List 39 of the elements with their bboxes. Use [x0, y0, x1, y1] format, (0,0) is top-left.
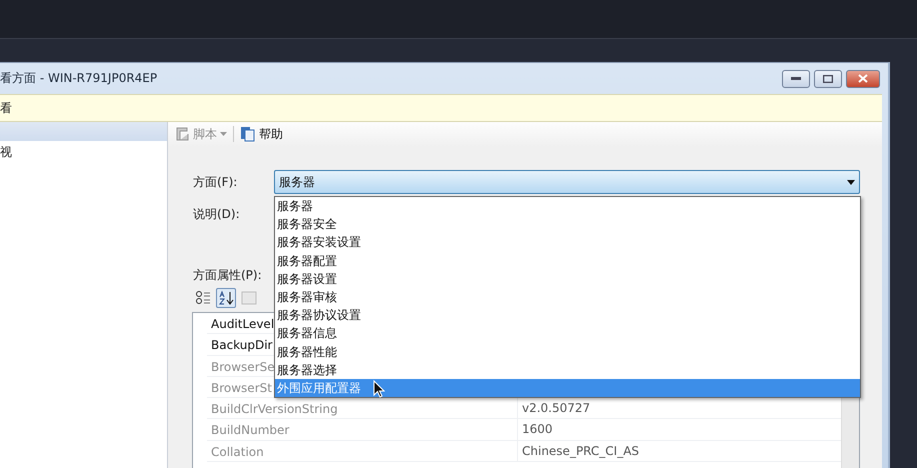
property-name: BuildClrVersionString — [211, 402, 338, 416]
scroll-icon — [174, 126, 190, 142]
property-name: Collation — [211, 444, 264, 459]
dropdown-option[interactable]: 服务器选择 — [275, 360, 860, 379]
minimize-button[interactable] — [782, 70, 810, 88]
property-pages-icon — [241, 291, 257, 305]
sidebar-item[interactable]: 视 — [0, 141, 167, 164]
info-bar: 看 — [0, 94, 882, 122]
categorized-icon — [195, 290, 211, 306]
dropdown-option[interactable]: 服务器 — [275, 197, 860, 216]
description-label: 说明(D): — [193, 206, 241, 223]
help-button[interactable]: 帮助 — [238, 126, 285, 142]
maximize-icon — [823, 74, 833, 82]
facet-dropdown[interactable]: 服务器 — [274, 170, 860, 194]
dropdown-option[interactable]: 服务器安装设置 — [275, 233, 860, 252]
dropdown-option[interactable]: 服务器设置 — [275, 270, 860, 288]
minimize-icon — [791, 76, 801, 80]
dropdown-option[interactable]: 服务器信息 — [275, 324, 860, 342]
window-title: 看方面 - WIN-R791JP0R4EP — [0, 70, 158, 87]
dropdown-option[interactable]: 服务器安全 — [275, 215, 860, 234]
caret-icon — [847, 180, 855, 184]
sort-az-icon — [218, 290, 234, 306]
dropdown-option[interactable]: 服务器协议设置 — [275, 306, 860, 324]
alphabetical-button[interactable] — [216, 288, 236, 308]
document-icon — [240, 126, 256, 142]
facet-label: 方面(F): — [193, 174, 238, 190]
property-name: BrowserSe — [211, 360, 275, 374]
close-icon — [858, 74, 868, 83]
caret-icon — [220, 132, 227, 136]
close-button[interactable] — [846, 70, 880, 88]
property-name: BuildNumber — [211, 423, 290, 438]
dropdown-option[interactable]: 服务器性能 — [275, 342, 860, 361]
property-name: BackupDir — [211, 338, 272, 352]
property-name: BrowserSt — [211, 380, 272, 395]
properties-label: 方面属性(P): — [193, 267, 263, 284]
dropdown-option[interactable]: 服务器审核 — [275, 288, 860, 306]
dropdown-option[interactable]: 服务器配置 — [275, 252, 860, 270]
property-name: AuditLevel — [211, 317, 274, 331]
maximize-button[interactable] — [814, 70, 842, 88]
